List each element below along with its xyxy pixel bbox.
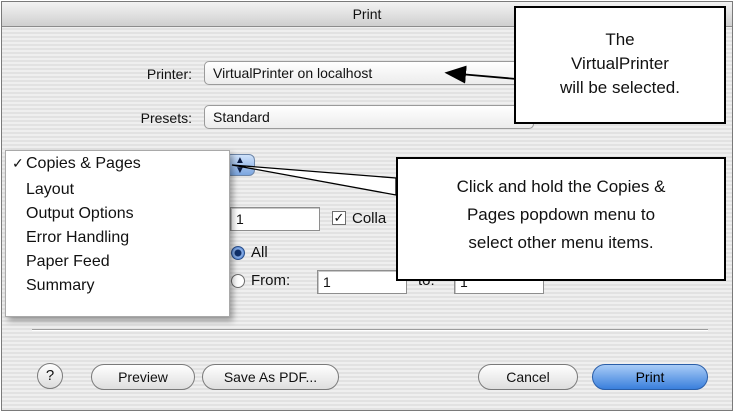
cancel-button[interactable]: Cancel: [478, 364, 578, 390]
printer-popup[interactable]: VirtualPrinter on localhost: [204, 61, 534, 85]
help-button[interactable]: ?: [37, 363, 63, 389]
menu-item-summary[interactable]: Summary: [26, 277, 94, 295]
collate-checkbox[interactable]: ✓: [332, 211, 346, 225]
menu-callout-line: Pages popdown menu to: [466, 205, 656, 224]
printer-label: Printer:: [146, 66, 192, 82]
presets-label: Presets:: [140, 110, 192, 126]
preview-button[interactable]: Preview: [91, 364, 195, 390]
copies-value: 1: [236, 211, 244, 227]
menu-item-error-handling[interactable]: Error Handling: [26, 229, 129, 247]
menu-callout-line: Click and hold the Copies &: [456, 177, 666, 196]
menu-item-copies-pages[interactable]: ✓ Copies & Pages: [12, 155, 141, 173]
menu-item-layout[interactable]: Layout: [26, 181, 74, 199]
collate-label: Colla: [352, 210, 387, 227]
menu-item-output-options[interactable]: Output Options: [26, 205, 134, 223]
printer-callout-line: will be selected.: [559, 78, 680, 97]
presets-popup[interactable]: Standard: [204, 105, 534, 129]
panel-popup-menu: ✓ Copies & Pages Layout Output Options Er…: [5, 150, 230, 317]
menu-item-label: Copies & Pages: [26, 155, 141, 172]
printer-value: VirtualPrinter on localhost: [213, 65, 373, 81]
from-value: 1: [323, 274, 331, 290]
check-icon: ✓: [12, 155, 24, 171]
separator: [32, 329, 708, 331]
from-field[interactable]: 1: [317, 270, 407, 294]
print-button[interactable]: Print: [592, 364, 708, 390]
menu-callout: Click and hold the Copies & Pages popdow…: [396, 157, 726, 281]
all-pages-label: All: [251, 244, 268, 261]
copies-field[interactable]: 1: [230, 207, 320, 231]
presets-value: Standard: [213, 109, 270, 125]
from-label: From:: [251, 272, 291, 289]
menu-item-paper-feed[interactable]: Paper Feed: [26, 253, 110, 271]
checkmark-icon: ✓: [333, 210, 345, 225]
chevron-up-down-icon: ▲ ▼: [235, 155, 245, 176]
all-pages-radio[interactable]: [231, 246, 245, 260]
printer-callout-line: VirtualPrinter: [571, 54, 669, 73]
printer-callout-line: The: [605, 30, 635, 49]
question-icon: ?: [45, 367, 55, 384]
printer-callout: The VirtualPrinter will be selected.: [514, 6, 726, 124]
page-range-radio[interactable]: [231, 274, 245, 288]
save-as-pdf-button[interactable]: Save As PDF...: [202, 364, 339, 390]
menu-callout-line: select other menu items.: [468, 233, 654, 252]
